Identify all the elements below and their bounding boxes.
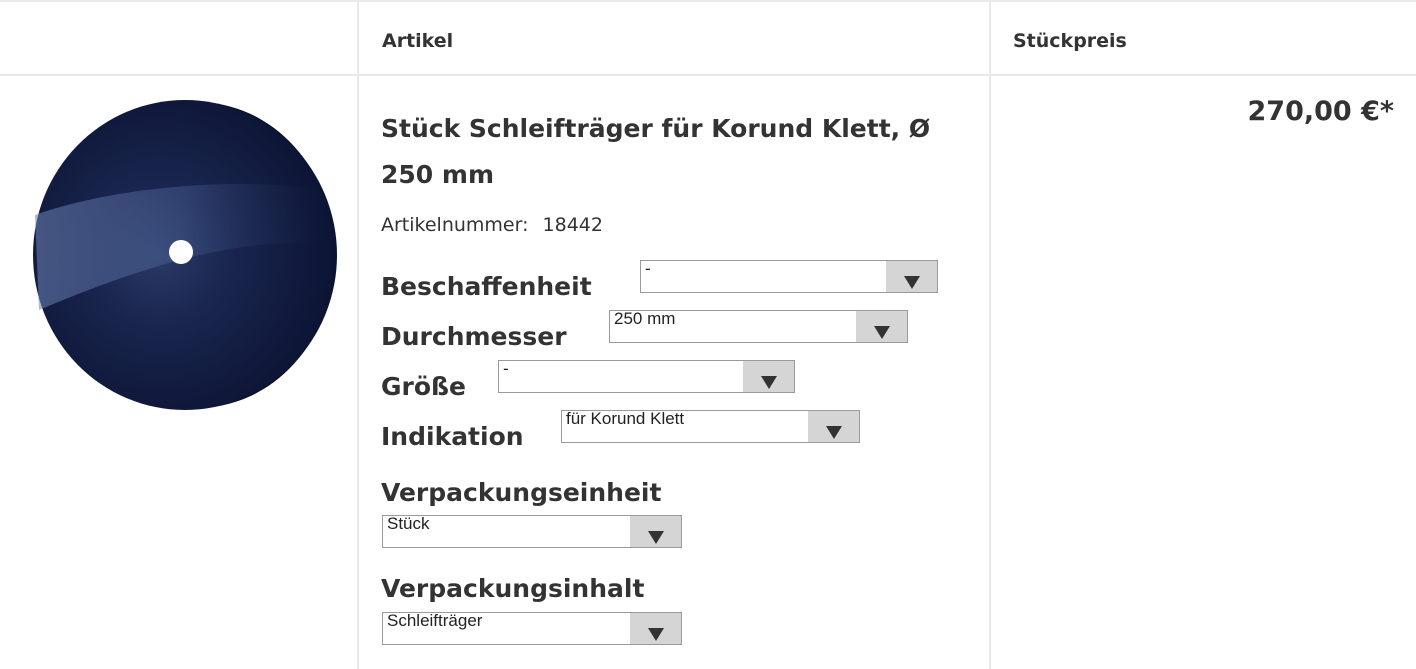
triangle-down-icon (648, 531, 664, 544)
column-header-article: Artikel (382, 30, 454, 52)
select-dropdown-button[interactable] (808, 411, 859, 442)
triangle-down-icon (761, 376, 777, 389)
triangle-down-icon (874, 326, 890, 339)
article-number: Artikelnummer: 18442 (381, 214, 603, 236)
select-value: Stück (387, 514, 430, 533)
select-dropdown-button[interactable] (886, 261, 937, 292)
select-dropdown-button[interactable] (630, 516, 681, 547)
option-label-groesse: Größe (381, 372, 466, 401)
select-dropdown-button[interactable] (630, 613, 681, 644)
unit-price: 270,00 €* (1247, 96, 1395, 127)
option-label-durchmesser: Durchmesser (381, 322, 567, 351)
table-header-divider (0, 74, 1416, 76)
select-value: - (503, 359, 509, 378)
select-value: - (645, 259, 651, 278)
select-verpackungsinhalt[interactable]: Schleifträger (382, 611, 682, 645)
select-verpackungseinheit[interactable]: Stück (382, 514, 682, 548)
select-durchmesser[interactable]: 250 mm (609, 309, 908, 343)
option-label-verpackungsinhalt: Verpackungsinhalt (381, 574, 645, 603)
column-divider-1 (357, 0, 359, 669)
option-label-verpackungseinheit: Verpackungseinheit (381, 478, 662, 507)
product-image[interactable] (25, 95, 345, 413)
select-beschaffenheit[interactable]: - (640, 259, 938, 293)
select-value: 250 mm (614, 309, 676, 328)
select-dropdown-button[interactable] (856, 311, 907, 342)
product-title[interactable]: Stück Schleifträger für Korund Klett, Ø … (381, 106, 981, 198)
option-label-indikation: Indikation (381, 422, 524, 451)
triangle-down-icon (648, 628, 664, 641)
article-number-value: 18442 (542, 214, 603, 236)
article-number-label: Artikelnummer: (381, 214, 529, 236)
select-dropdown-button[interactable] (743, 361, 794, 392)
select-value: Schleifträger (387, 611, 483, 630)
triangle-down-icon (904, 276, 920, 289)
cart-table: Artikel Stückpreis Stück Schleifträger f… (0, 0, 1416, 669)
select-indikation[interactable]: für Korund Klett (561, 409, 860, 443)
column-divider-2 (989, 0, 991, 669)
select-value: für Korund Klett (566, 409, 685, 428)
column-header-price: Stückpreis (1013, 30, 1127, 52)
triangle-down-icon (826, 426, 842, 439)
option-label-beschaffenheit: Beschaffenheit (381, 272, 592, 301)
table-border-top (0, 0, 1416, 2)
select-groesse[interactable]: - (498, 359, 795, 393)
